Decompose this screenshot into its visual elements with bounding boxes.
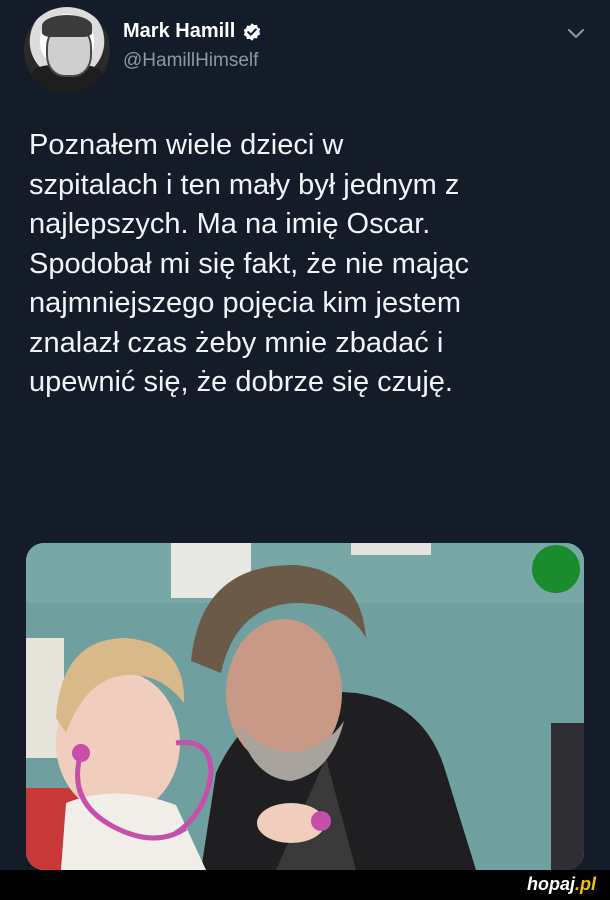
author-display-name[interactable]: Mark Hamill xyxy=(123,20,235,43)
avatar-hair xyxy=(42,15,92,37)
verified-badge-icon xyxy=(244,22,261,41)
avatar[interactable] xyxy=(24,7,110,93)
photo-illustration xyxy=(26,543,584,870)
watermark-domain: .pl xyxy=(575,874,596,894)
tweet-text: Poznałem wiele dzieci w szpitalach i ten… xyxy=(29,129,470,398)
author-handle[interactable]: @HamillHimself xyxy=(123,50,258,72)
watermark-name: hopaj xyxy=(527,874,575,894)
site-watermark: hopaj.pl xyxy=(527,874,596,895)
tweet-photo[interactable] xyxy=(26,543,584,870)
tweet-header: Mark Hamill @HamillHimself xyxy=(0,0,610,110)
watermark-bar: hopaj.pl xyxy=(0,870,610,900)
author-name-row[interactable]: Mark Hamill xyxy=(123,20,262,43)
chevron-down-icon[interactable] xyxy=(566,26,586,42)
